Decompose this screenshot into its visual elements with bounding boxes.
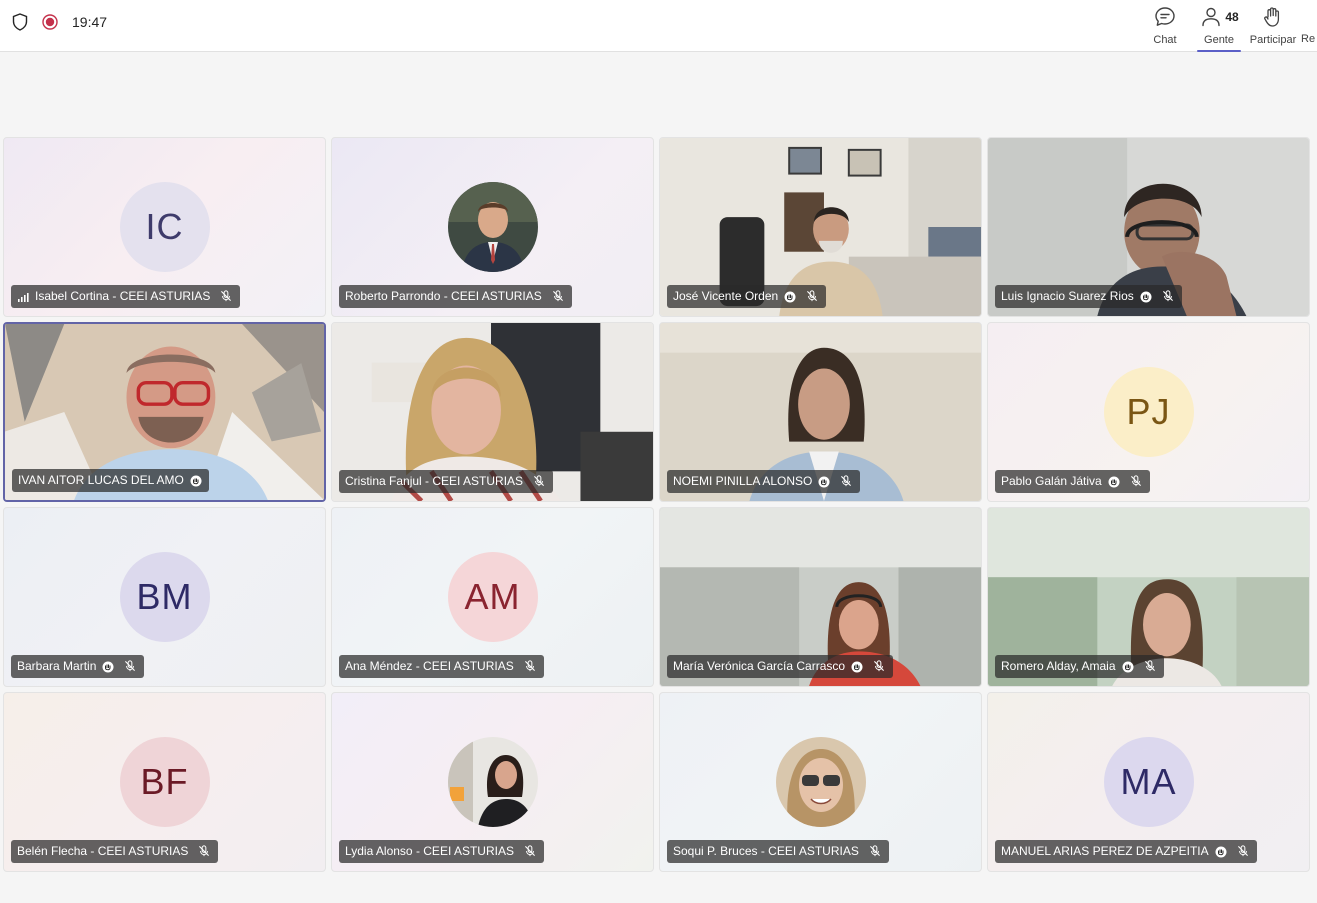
profile-photo: [447, 737, 538, 827]
mic-off-icon: [1162, 290, 1175, 303]
recording-icon: [42, 14, 58, 30]
chat-icon: [1155, 7, 1175, 26]
chat-label: Chat: [1153, 34, 1177, 46]
hand-badge-icon: [1215, 846, 1227, 858]
participant-label: Isabel Cortina - CEEI ASTURIAS: [11, 285, 241, 308]
participant-name: MANUEL ARIAS PEREZ DE AZPEITIA: [1001, 844, 1209, 858]
mic-off-icon: [1237, 845, 1250, 858]
participant-name: Lydia Alonso - CEEI ASTURIAS: [345, 844, 514, 858]
participant-name: Soqui P. Bruces - CEEI ASTURIAS: [673, 844, 859, 858]
participant-name: Pablo Galán Játiva: [1001, 474, 1102, 488]
participant-tile[interactable]: IC Isabel Cortina - CEEI ASTURIAS: [3, 137, 326, 317]
participant-name: Luis Ignacio Suarez Rios: [1001, 289, 1134, 303]
participant-tile[interactable]: María Verónica García Carrasco: [659, 507, 982, 687]
participant-tile[interactable]: NOEMI PINILLA ALONSO: [659, 322, 982, 502]
participant-tile[interactable]: Romero Alday, Amaia: [987, 507, 1310, 687]
participant-label: Belén Flecha - CEEI ASTURIAS: [11, 840, 219, 863]
shield-icon[interactable]: [12, 13, 28, 31]
raise-hand-icon: [1264, 7, 1280, 27]
people-icon: [1202, 7, 1221, 27]
participant-name: Belén Flecha - CEEI ASTURIAS: [17, 844, 189, 858]
participant-label: Luis Ignacio Suarez Rios: [995, 285, 1182, 308]
avatar: IC: [119, 182, 210, 272]
mic-off-icon: [806, 290, 819, 303]
participant-name: Isabel Cortina - CEEI ASTURIAS: [35, 289, 211, 303]
avatar: AM: [447, 552, 538, 642]
react-label: Re: [1301, 33, 1316, 45]
mic-off-icon: [533, 475, 546, 488]
participant-tile[interactable]: MA MANUEL ARIAS PEREZ DE AZPEITIA: [987, 692, 1310, 872]
hand-badge-icon: [1122, 661, 1134, 673]
participant-label: María Verónica García Carrasco: [667, 655, 894, 678]
participant-name: IVAN AITOR LUCAS DEL AMO: [18, 473, 184, 487]
participant-tile[interactable]: Soqui P. Bruces - CEEI ASTURIAS: [659, 692, 982, 872]
people-button[interactable]: 48 Gente: [1193, 4, 1245, 52]
participant-label: Barbara Martin: [11, 655, 145, 678]
meeting-toolbar: 19:47 Chat 48 Gente Participar Re: [0, 0, 1317, 52]
profile-photo: [775, 737, 866, 827]
hand-badge-icon: [1108, 476, 1120, 488]
hand-badge-icon: [1140, 291, 1152, 303]
participant-label: Pablo Galán Játiva: [995, 470, 1150, 493]
participant-label: Soqui P. Bruces - CEEI ASTURIAS: [667, 840, 889, 863]
avatar: BM: [119, 552, 210, 642]
mic-off-icon: [840, 475, 853, 488]
mic-off-icon: [124, 660, 137, 673]
participant-label: Ana Méndez - CEEI ASTURIAS: [339, 655, 544, 678]
avatar: MA: [1103, 737, 1194, 827]
hand-badge-icon: [818, 476, 830, 488]
avatar: PJ: [1103, 367, 1194, 457]
mic-off-icon: [873, 660, 886, 673]
participant-label: NOEMI PINILLA ALONSO: [667, 470, 861, 493]
mic-off-icon: [1130, 475, 1143, 488]
participant-label: Roberto Parrondo - CEEI ASTURIAS: [339, 285, 572, 308]
participant-name: María Verónica García Carrasco: [673, 659, 846, 673]
participant-tile-active-speaker[interactable]: IVAN AITOR LUCAS DEL AMO: [3, 322, 326, 502]
participant-name: Roberto Parrondo - CEEI ASTURIAS: [345, 289, 542, 303]
raise-hand-button[interactable]: Participar: [1245, 4, 1301, 50]
participant-tile[interactable]: BM Barbara Martin: [3, 507, 326, 687]
mic-off-icon: [869, 845, 882, 858]
participant-label: José Vicente Orden: [667, 285, 827, 308]
people-label: Gente: [1204, 34, 1234, 46]
react-button[interactable]: Re: [1301, 4, 1317, 50]
participant-tile[interactable]: Lydia Alonso - CEEI ASTURIAS: [331, 692, 654, 872]
hand-badge-icon: [851, 661, 863, 673]
people-count: 48: [1225, 9, 1239, 24]
avatar: BF: [119, 737, 210, 827]
participant-tile[interactable]: BF Belén Flecha - CEEI ASTURIAS: [3, 692, 326, 872]
mic-off-icon: [524, 845, 537, 858]
mic-off-icon: [198, 845, 211, 858]
signal-icon: [17, 291, 29, 303]
profile-photo: [447, 182, 538, 272]
participant-name: José Vicente Orden: [673, 289, 779, 303]
participant-name: Ana Méndez - CEEI ASTURIAS: [345, 659, 514, 673]
participant-tile[interactable]: Luis Ignacio Suarez Rios: [987, 137, 1310, 317]
participant-label: IVAN AITOR LUCAS DEL AMO: [12, 469, 209, 492]
participant-name: NOEMI PINILLA ALONSO: [673, 474, 813, 488]
meeting-timer: 19:47: [72, 14, 108, 30]
video-grid: IC Isabel Cortina - CEEI ASTURIAS Robert…: [3, 137, 1310, 872]
chat-button[interactable]: Chat: [1137, 4, 1193, 50]
participant-label: Romero Alday, Amaia: [995, 655, 1164, 678]
participant-tile[interactable]: AM Ana Méndez - CEEI ASTURIAS: [331, 507, 654, 687]
mic-off-icon: [220, 290, 233, 303]
raise-hand-label: Participar: [1249, 34, 1297, 46]
mic-off-icon: [524, 660, 537, 673]
mic-off-icon: [1144, 660, 1157, 673]
participant-tile[interactable]: PJ Pablo Galán Játiva: [987, 322, 1310, 502]
participant-tile[interactable]: Roberto Parrondo - CEEI ASTURIAS: [331, 137, 654, 317]
participant-name: Cristina Fanjul - CEEI ASTURIAS: [345, 474, 524, 488]
participant-label: Cristina Fanjul - CEEI ASTURIAS: [339, 470, 554, 493]
participant-tile[interactable]: Cristina Fanjul - CEEI ASTURIAS: [331, 322, 654, 502]
participant-name: Romero Alday, Amaia: [1001, 659, 1116, 673]
participant-name: Barbara Martin: [17, 659, 97, 673]
participant-tile[interactable]: José Vicente Orden: [659, 137, 982, 317]
participant-label: Lydia Alonso - CEEI ASTURIAS: [339, 840, 544, 863]
hand-badge-icon: [784, 291, 796, 303]
hand-badge-icon: [190, 475, 202, 487]
mic-off-icon: [552, 290, 565, 303]
participant-label: MANUEL ARIAS PEREZ DE AZPEITIA: [995, 840, 1257, 863]
hand-badge-icon: [102, 661, 114, 673]
